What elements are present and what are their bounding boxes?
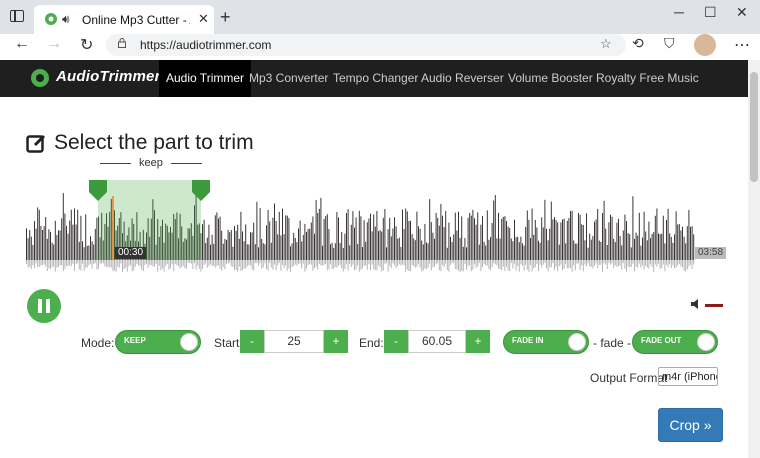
start-label: Start: — [214, 336, 243, 350]
nav-mp3-converter[interactable]: Mp3 Converter — [242, 60, 335, 97]
volume-slider[interactable] — [705, 304, 723, 307]
tab-close-icon[interactable]: ✕ — [198, 11, 209, 27]
fade-in-knob — [568, 333, 586, 351]
fade-out-text: FADE OUT — [641, 336, 682, 345]
browser-tab[interactable]: 🔊︎ Online Mp3 Cutter - Audio ✕ — [34, 5, 214, 34]
history-icon[interactable]: ⟲ — [632, 35, 644, 52]
scrollbar-thumb[interactable] — [750, 72, 758, 182]
url-text: https://audiotrimmer.com — [140, 38, 272, 52]
start-input[interactable]: 25 — [264, 330, 324, 353]
profile-avatar[interactable] — [694, 34, 716, 56]
site-favicon-icon — [45, 13, 57, 25]
browser-toolbar: ← → ↻ https://audiotrimmer.com ☆ ⟲ ⛉ ⋯ — [0, 34, 760, 58]
lock-icon — [118, 38, 126, 48]
mode-toggle-knob — [180, 333, 198, 351]
extensions-icon[interactable]: ⛉ — [664, 35, 675, 52]
fade-separator: - fade - — [593, 336, 632, 350]
edit-icon — [26, 134, 46, 153]
crop-button[interactable]: Crop » — [658, 408, 723, 442]
volume-icon[interactable] — [691, 298, 701, 310]
fade-out-toggle[interactable]: FADE OUT — [632, 330, 718, 354]
keep-bracket-right — [171, 163, 202, 164]
end-increment-button[interactable]: + — [466, 330, 490, 353]
browser-title-bar: 🔊︎ Online Mp3 Cutter - Audio ✕ + ─ ☐ ✕ — [0, 0, 760, 34]
favorite-star-icon[interactable]: ☆ — [600, 36, 612, 52]
end-label: End: — [359, 336, 384, 350]
fade-in-text: FADE IN — [512, 336, 544, 345]
address-bar[interactable]: https://audiotrimmer.com ☆ — [106, 34, 626, 56]
mode-toggle-text: KEEP — [124, 336, 146, 345]
more-menu-icon[interactable]: ⋯ — [734, 35, 750, 55]
nav-volume-booster[interactable]: Volume Booster — [501, 60, 600, 97]
nav-royalty-free-music[interactable]: Royalty Free Music — [589, 60, 706, 97]
start-increment-button[interactable]: + — [324, 330, 348, 353]
end-input[interactable]: 60.05 — [408, 330, 466, 353]
waveform[interactable] — [26, 178, 720, 274]
nav-audio-trimmer[interactable]: Audio Trimmer — [159, 60, 252, 97]
output-format-select[interactable]: m4r (iPhone) — [658, 367, 718, 386]
fade-out-knob — [697, 333, 715, 351]
close-window-button[interactable]: ✕ — [736, 4, 748, 21]
pause-button[interactable] — [27, 289, 61, 323]
tab-actions-icon[interactable] — [10, 10, 24, 22]
mode-toggle[interactable]: KEEP — [115, 330, 201, 354]
keep-bracket-left — [100, 163, 131, 164]
end-decrement-button[interactable]: - — [384, 330, 408, 353]
minimize-button[interactable]: ─ — [674, 4, 684, 20]
maximize-button[interactable]: ☐ — [704, 4, 717, 21]
current-time-label: 00:30 — [115, 247, 147, 259]
back-arrow-icon[interactable]: ← — [14, 35, 30, 53]
nav-tempo-changer[interactable]: Tempo Changer — [326, 60, 425, 97]
selection-keep-label: keep — [139, 157, 163, 169]
page-scrollbar[interactable] — [748, 60, 760, 458]
new-tab-button[interactable]: + — [220, 7, 231, 28]
forward-arrow-icon[interactable]: → — [46, 35, 62, 53]
total-time-label: 03:58 — [695, 247, 727, 259]
site-logo[interactable]: AudioTrimmer — [56, 68, 161, 85]
refresh-icon[interactable]: ↻ — [80, 35, 93, 55]
fade-in-toggle[interactable]: FADE IN — [503, 330, 589, 354]
page-title: Select the part to trim — [54, 131, 254, 154]
site-navigation: AudioTrimmer Audio Trimmer Mp3 Converter… — [0, 60, 748, 97]
output-format-label: Output Format — [590, 371, 668, 385]
tab-audio-playing-icon[interactable]: 🔊︎ — [62, 12, 70, 27]
mode-label: Mode: — [81, 336, 115, 350]
start-decrement-button[interactable]: - — [240, 330, 264, 353]
tab-title: Online Mp3 Cutter - Audio — [82, 13, 190, 27]
audiotrimmer-logo-icon — [31, 69, 49, 87]
nav-audio-reverser[interactable]: Audio Reverser — [414, 60, 511, 97]
